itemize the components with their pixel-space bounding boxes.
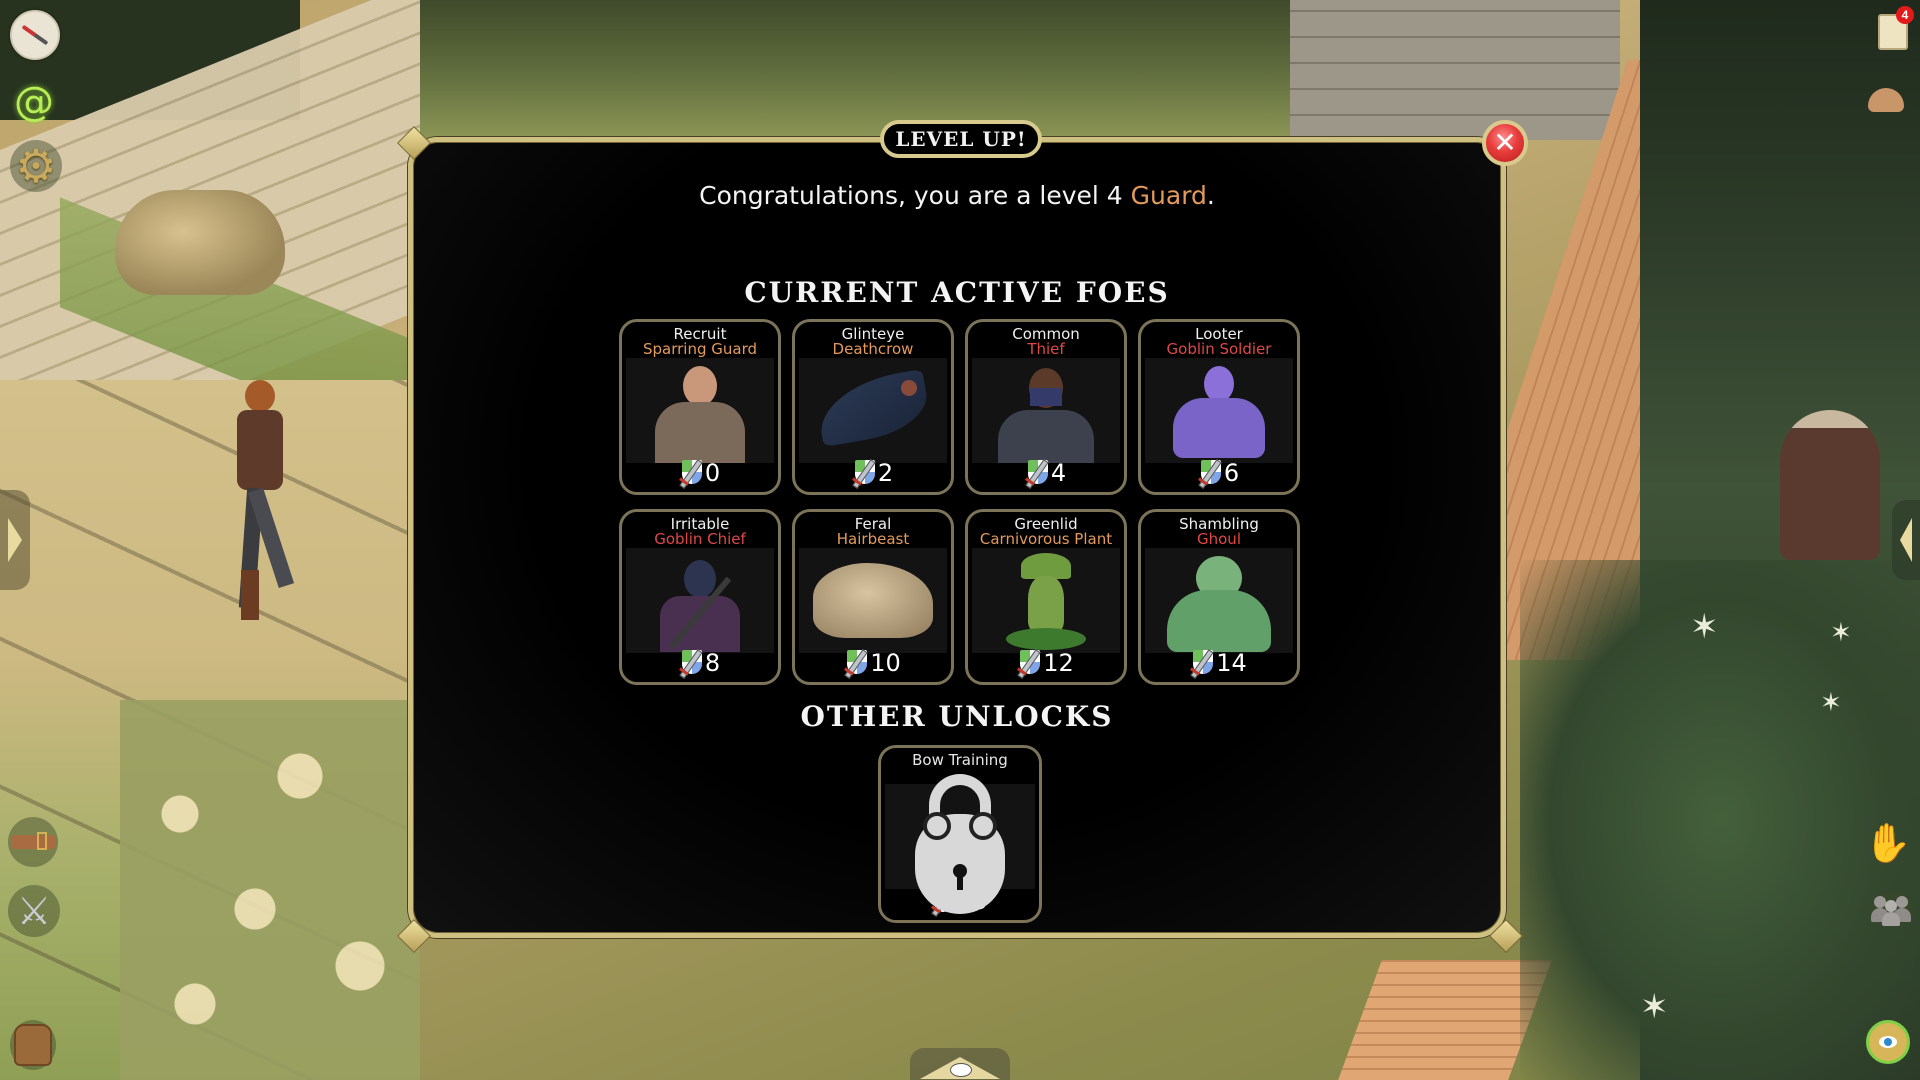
foe-card-sparring-guard[interactable]: Recruit Sparring Guard 0 bbox=[619, 319, 781, 495]
hand-icon[interactable]: ✋ bbox=[1864, 820, 1911, 866]
foe-name: Sparring Guard bbox=[642, 340, 758, 358]
foe-name: Goblin Chief bbox=[654, 530, 746, 548]
belt-icon[interactable] bbox=[8, 817, 58, 867]
level-value: 2 bbox=[877, 459, 894, 487]
level-value: 10 bbox=[870, 649, 901, 677]
foe-card-ghoul[interactable]: Shambling Ghoul 14 bbox=[1138, 509, 1300, 685]
foe-card-deathcrow[interactable]: Glinteye Deathcrow 2 bbox=[792, 319, 954, 495]
foe-portrait-goblin-chief bbox=[626, 548, 774, 653]
eye-icon[interactable] bbox=[1866, 1020, 1910, 1064]
foe-level: 10 bbox=[795, 648, 951, 679]
foe-name: Goblin Soldier bbox=[1166, 340, 1272, 358]
foe-name: Thief bbox=[1027, 340, 1065, 358]
tree-stump bbox=[1780, 410, 1880, 560]
speech-bubble-icon bbox=[950, 1063, 972, 1077]
foe-name: Ghoul bbox=[1197, 530, 1241, 548]
cobblestones bbox=[120, 700, 420, 1080]
settings-gear-icon[interactable]: ⚙ bbox=[10, 140, 62, 192]
dialog-title: LEVEL UP! bbox=[880, 120, 1042, 158]
level-value: 12 bbox=[1043, 649, 1074, 677]
padlock-icon bbox=[915, 774, 1005, 914]
congratulations-message: Congratulations, you are a level 4 Guard… bbox=[408, 181, 1506, 210]
foe-level: 6 bbox=[1141, 458, 1297, 489]
level-shield-icon bbox=[1190, 649, 1214, 679]
player-character[interactable] bbox=[215, 380, 315, 620]
level-value: 8 bbox=[704, 649, 721, 677]
level-value: 14 bbox=[1216, 649, 1247, 677]
backpack-icon[interactable] bbox=[10, 1020, 56, 1070]
chevron-left-icon bbox=[1900, 518, 1912, 562]
close-icon: ✕ bbox=[1493, 126, 1517, 159]
foe-level: 2 bbox=[795, 458, 951, 489]
expand-left-panel-button[interactable] bbox=[0, 490, 30, 590]
level-shield-icon bbox=[1024, 459, 1049, 489]
congrats-punctuation: . bbox=[1206, 181, 1215, 210]
expand-right-panel-button[interactable] bbox=[1892, 500, 1920, 580]
stone-wall bbox=[1290, 0, 1620, 140]
foe-name: Carnivorous Plant bbox=[979, 530, 1113, 548]
foe-level: 14 bbox=[1141, 648, 1297, 679]
level-shield-icon bbox=[844, 649, 868, 679]
flower: ✶ bbox=[1820, 688, 1842, 718]
foe-card-thief[interactable]: Common Thief 4 bbox=[965, 319, 1127, 495]
hay-bale bbox=[115, 190, 285, 295]
level-value: 0 bbox=[704, 459, 721, 487]
foe-portrait-sparring-guard bbox=[626, 358, 774, 463]
chat-arrow-icon bbox=[920, 1057, 1000, 1079]
foe-card-goblin-chief[interactable]: Irritable Goblin Chief 8 bbox=[619, 509, 781, 685]
foe-portrait-carnivorous-plant bbox=[972, 548, 1120, 653]
foe-level: 0 bbox=[622, 458, 778, 489]
foe-level: 12 bbox=[968, 648, 1124, 679]
level-shield-icon bbox=[678, 459, 703, 489]
close-button[interactable]: ✕ bbox=[1482, 120, 1528, 166]
foe-portrait-hairbeast bbox=[799, 548, 947, 653]
foe-level: 8 bbox=[622, 648, 778, 679]
current-active-foes-heading: CURRENT ACTIVE FOES bbox=[744, 276, 1170, 309]
level-shield-icon bbox=[1017, 649, 1041, 679]
unlock-label: Bow Training bbox=[912, 751, 1008, 769]
pouch-icon[interactable] bbox=[1866, 82, 1906, 118]
notification-badge: 4 bbox=[1896, 6, 1914, 24]
foe-grid: Recruit Sparring Guard 0 Glinteye Deathcrow 2… bbox=[619, 319, 1300, 685]
foe-portrait-thief bbox=[972, 358, 1120, 463]
class-name: Guard bbox=[1130, 181, 1207, 210]
spiral-icon[interactable]: @ bbox=[12, 80, 56, 124]
quest-scroll-button[interactable]: 4 bbox=[1876, 6, 1914, 52]
foe-card-goblin-soldier[interactable]: Looter Goblin Soldier 6 bbox=[1138, 319, 1300, 495]
foe-card-hairbeast[interactable]: Feral Hairbeast 10 bbox=[792, 509, 954, 685]
other-unlocks-heading: OTHER UNLOCKS bbox=[800, 700, 1114, 733]
flower: ✶ bbox=[1690, 607, 1719, 647]
foe-portrait-deathcrow bbox=[799, 358, 947, 463]
foe-portrait-goblin-soldier bbox=[1145, 358, 1293, 463]
flower: ✶ bbox=[1640, 987, 1669, 1027]
chevron-right-icon bbox=[8, 518, 22, 562]
level-value: 6 bbox=[1223, 459, 1240, 487]
level-shield-icon bbox=[678, 649, 703, 679]
crossed-swords-icon[interactable]: ⚔ bbox=[8, 885, 60, 937]
foe-level: 4 bbox=[968, 458, 1124, 489]
foliage bbox=[1520, 560, 1920, 1080]
foe-card-carnivorous-plant[interactable]: Greenlid Carnivorous Plant 12 bbox=[965, 509, 1127, 685]
foe-name: Hairbeast bbox=[836, 530, 910, 548]
party-icon[interactable] bbox=[1868, 892, 1914, 928]
foe-portrait-ghoul bbox=[1145, 548, 1293, 653]
level-value: 4 bbox=[1050, 459, 1067, 487]
congrats-text: Congratulations, you are a level 4 bbox=[699, 181, 1131, 210]
courtyard-back bbox=[420, 0, 1420, 140]
compass-icon[interactable] bbox=[10, 10, 60, 60]
level-shield-icon bbox=[851, 459, 876, 489]
chat-toggle-button[interactable] bbox=[910, 1048, 1010, 1080]
flower: ✶ bbox=[1830, 618, 1852, 648]
foe-name: Deathcrow bbox=[832, 340, 914, 358]
unlock-card[interactable]: Bow Training 15 bbox=[878, 745, 1042, 923]
level-shield-icon bbox=[1197, 459, 1222, 489]
